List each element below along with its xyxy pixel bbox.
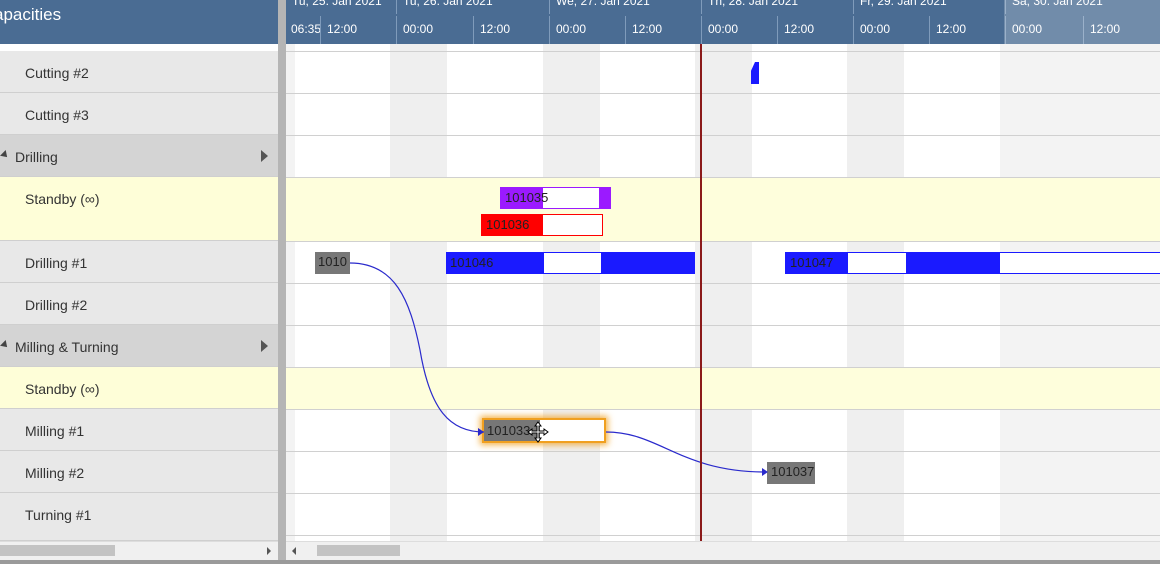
timeline-scroll-thumb[interactable] (317, 545, 400, 556)
current-time-line (700, 44, 702, 541)
task-label: 101033 (487, 423, 531, 438)
resource-row-milling-2[interactable]: Milling #2 (0, 451, 278, 493)
standby-row-bg (286, 178, 1160, 241)
row-divider (286, 451, 1160, 452)
resource-row-turning-1[interactable]: Turning #1 (0, 493, 278, 541)
hour-header: 12:00 (625, 16, 701, 44)
task-label: 101046 (450, 255, 494, 270)
task-bar-1010[interactable]: 1010 (315, 252, 350, 274)
hour-header: 00:00 (853, 16, 929, 44)
resource-label: Standby (∞) (25, 381, 100, 397)
task-label: 101047 (790, 255, 834, 270)
hour-header: 06:35 (291, 22, 322, 36)
task-label: 101035 (505, 190, 549, 205)
task-bar-small[interactable] (751, 62, 759, 84)
weekend-band (1000, 44, 1160, 541)
task-progress (601, 253, 694, 273)
resource-row-cutting-3[interactable]: Cutting #3 (0, 93, 278, 135)
resource-row-drilling-1[interactable]: Drilling #1 (0, 241, 278, 283)
row-divider (286, 325, 1160, 326)
resource-label: Standby (∞) (25, 191, 100, 207)
timeline-header: Tu, 25. Jan 2021 Tu, 26. Jan 2021 We, 27… (286, 0, 1160, 44)
resource-label: Drilling #2 (25, 297, 88, 313)
resource-label: Milling #1 (25, 423, 85, 439)
night-band (286, 44, 295, 541)
row-divider (286, 93, 1160, 94)
left-scroll-thumb[interactable] (0, 545, 115, 556)
resource-label: Cutting #3 (25, 107, 89, 123)
row-divider (286, 409, 1160, 410)
capacities-title: apacities (0, 5, 62, 24)
collapse-triangle-icon[interactable] (0, 150, 10, 160)
gantt-chart-area[interactable]: 101035 101036 1010 101046 101047 101033 … (286, 44, 1160, 541)
night-band (847, 44, 904, 541)
day-header: Tu, 26. Jan 2021 (396, 0, 549, 14)
group-row-milling-turning[interactable]: Milling & Turning (0, 325, 278, 367)
resource-row-cutting-2[interactable]: Cutting #2 (0, 51, 278, 93)
hour-header: 00:00 (549, 16, 625, 44)
row-divider (286, 535, 1160, 536)
row-divider (286, 493, 1160, 494)
group-label: Drilling (15, 149, 58, 165)
group-label: Milling & Turning (15, 339, 119, 355)
day-header: Th, 28. Jan 2021 (701, 0, 853, 14)
capacities-header: apacities (0, 0, 278, 44)
row-divider (286, 283, 1160, 284)
row-divider (286, 241, 1160, 242)
timeline-horizontal-scrollbar[interactable] (286, 541, 1160, 560)
night-band (390, 44, 447, 541)
row-divider (286, 177, 1160, 178)
resource-row-drilling-2[interactable]: Drilling #2 (0, 283, 278, 325)
standby-row-bg (286, 368, 1160, 409)
hour-header: 00:00 (701, 16, 777, 44)
day-header: Tu, 25. Jan 2021 (292, 0, 382, 8)
scroll-left-arrow-icon[interactable] (292, 547, 296, 555)
bottom-border (0, 560, 1160, 564)
hour-header: 12:00 (320, 16, 396, 44)
scroll-right-arrow-icon[interactable] (267, 547, 271, 555)
row-divider (286, 51, 1160, 52)
resource-row-drilling-standby[interactable]: Standby (∞) (0, 177, 278, 241)
resource-label: Turning #1 (25, 507, 92, 523)
left-horizontal-scrollbar[interactable] (0, 541, 278, 560)
task-bar-101033-selected[interactable]: 101033 (482, 418, 606, 443)
row-divider (286, 135, 1160, 136)
night-band (695, 44, 752, 541)
hour-header: 12:00 (929, 16, 1005, 44)
panel-splitter[interactable] (278, 0, 286, 560)
group-row-drilling[interactable]: Drilling (0, 135, 278, 177)
expand-arrow-icon[interactable] (261, 150, 268, 162)
task-label: 101037 (771, 464, 815, 479)
task-bar-101036[interactable]: 101036 (481, 214, 603, 236)
resource-label: Cutting #2 (25, 65, 89, 81)
task-bar-101046[interactable]: 101046 (446, 252, 695, 274)
hour-header: 12:00 (473, 16, 549, 44)
hour-header: 12:00 (777, 16, 853, 44)
night-band (543, 44, 600, 541)
task-bar-101047[interactable]: 101047 (785, 252, 1160, 274)
resource-row-milling-1[interactable]: Milling #1 (0, 409, 278, 451)
task-bar-101035[interactable]: 101035 (500, 187, 611, 209)
resource-row-milling-standby[interactable]: Standby (∞) (0, 367, 278, 409)
hour-header: 00:00 (396, 16, 473, 44)
expand-arrow-icon[interactable] (261, 340, 268, 352)
task-label: 101036 (486, 217, 530, 232)
resource-label: Drilling #1 (25, 255, 88, 271)
day-header: Fr, 29. Jan 2021 (853, 0, 1005, 14)
day-header: We, 27. Jan 2021 (549, 0, 701, 14)
task-bar-101037[interactable]: 101037 (767, 462, 815, 484)
task-label: 1010 (318, 254, 347, 269)
resource-label: Milling #2 (25, 465, 85, 481)
row-divider (286, 367, 1160, 368)
task-progress (599, 188, 610, 208)
collapse-triangle-icon[interactable] (0, 340, 10, 350)
task-progress (906, 253, 1000, 273)
weekend-header-shade (1004, 0, 1160, 44)
